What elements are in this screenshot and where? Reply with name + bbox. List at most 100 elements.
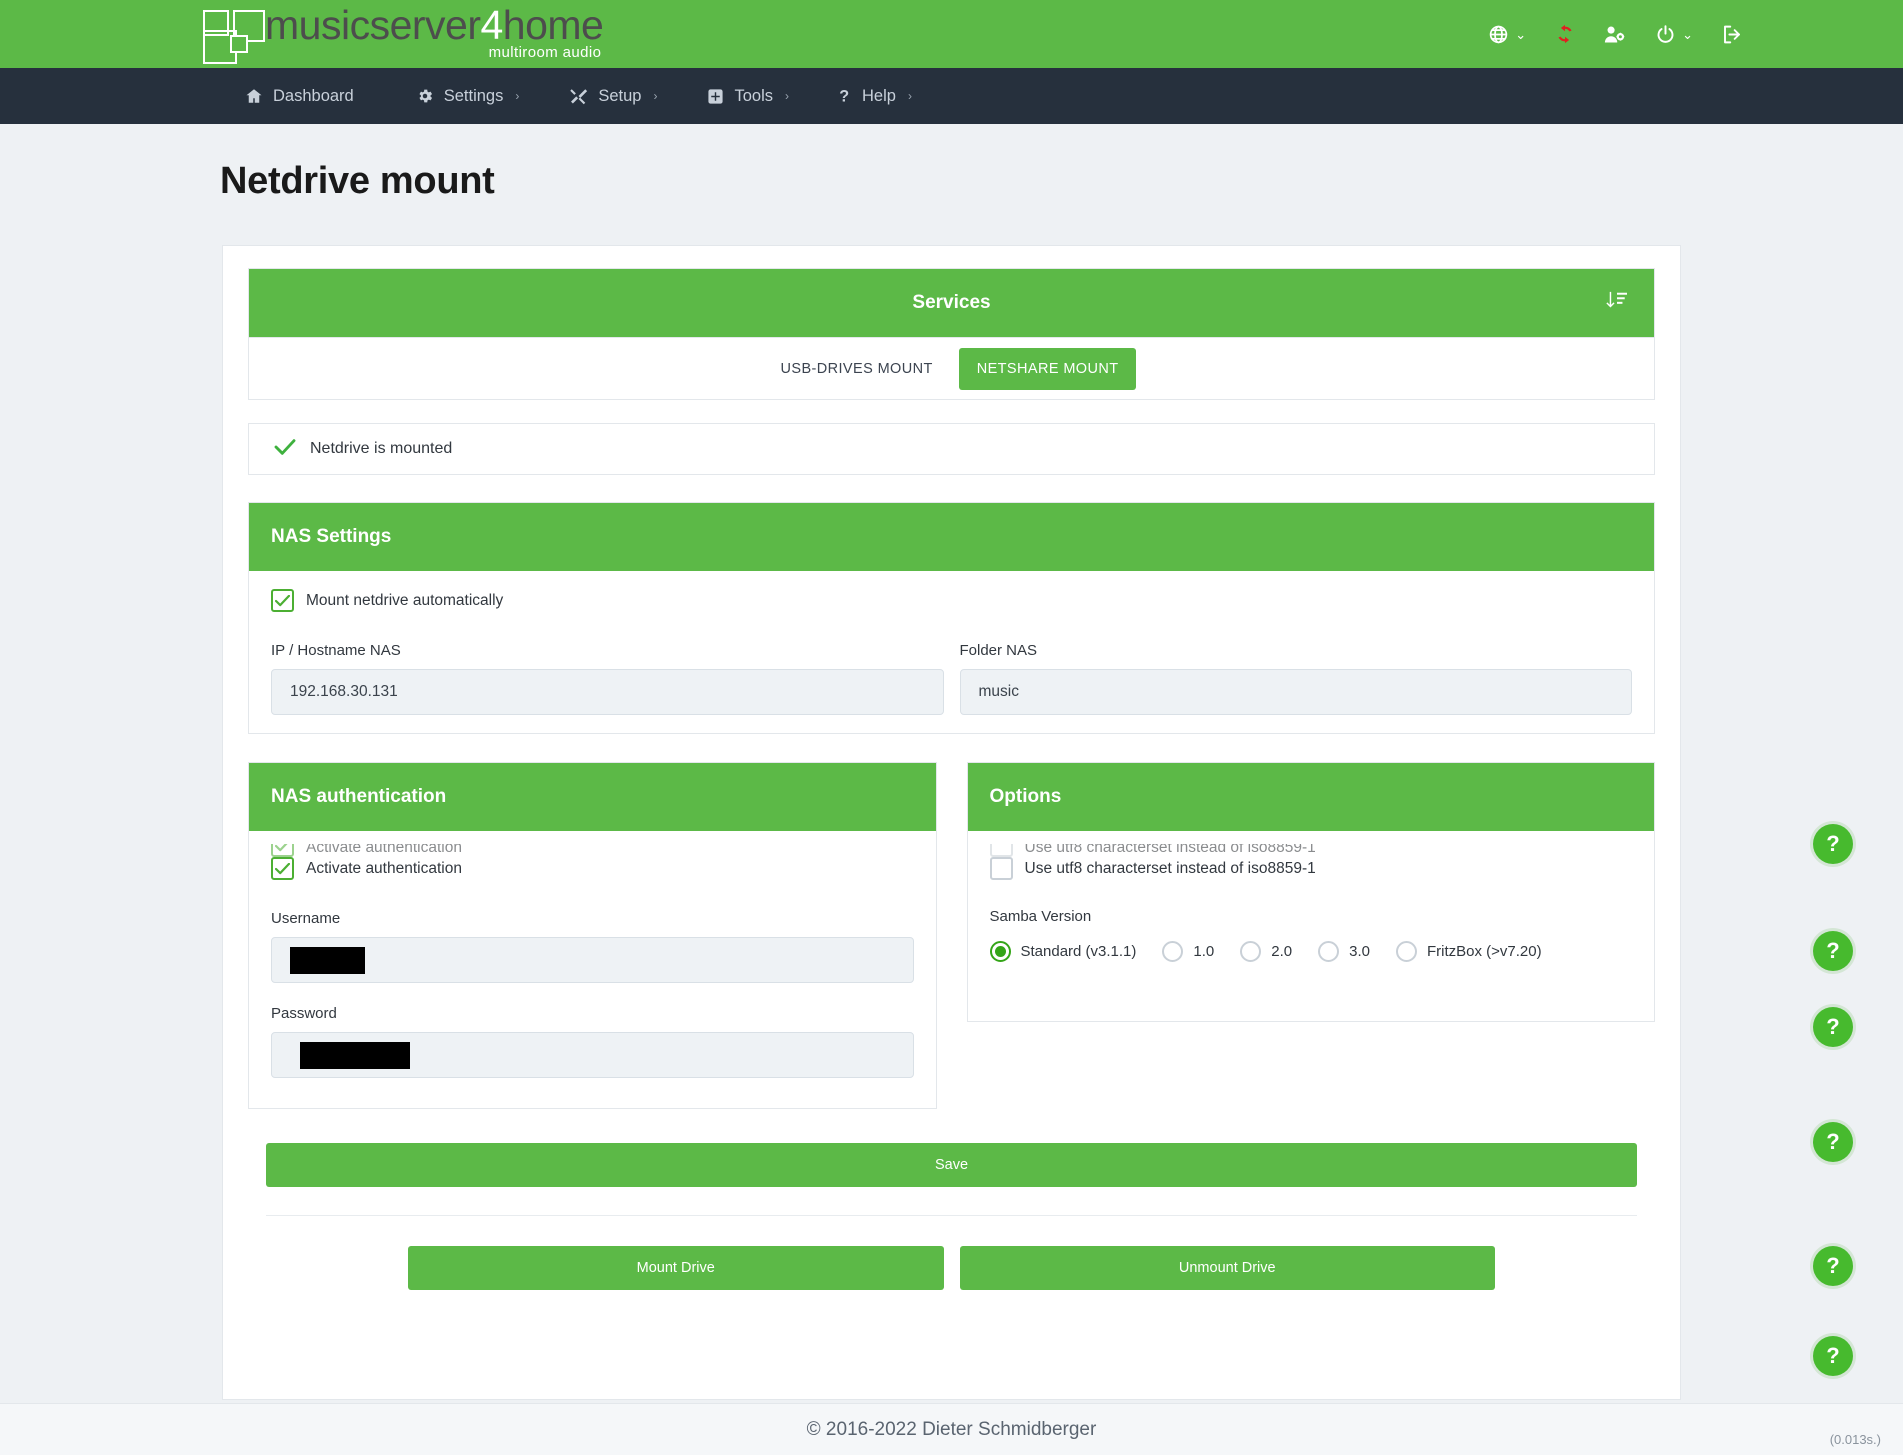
- options-title: Options: [989, 786, 1062, 807]
- status-text: Netdrive is mounted: [310, 440, 453, 457]
- samba-radio-fritzbox[interactable]: [1395, 941, 1417, 962]
- utf8-label: Use utf8 characterset instead of iso8859…: [1024, 859, 1316, 877]
- nav-caret-tools: ›: [785, 89, 790, 103]
- samba-radio-standard[interactable]: [989, 941, 1011, 962]
- section-divider: [266, 1215, 1637, 1216]
- folder-nas-input[interactable]: music: [959, 669, 1632, 715]
- samba-label-standard: Standard (v3.1.1): [1020, 943, 1137, 960]
- nav-item-dashboard[interactable]: Dashboard: [245, 87, 366, 106]
- password-input[interactable]: [271, 1032, 914, 1078]
- ip-hostname-input[interactable]: 192.168.30.131: [271, 669, 944, 715]
- auth-options-row: NAS authentication Activate authenticati…: [248, 762, 1655, 1109]
- utf8-checkbox[interactable]: [989, 857, 1013, 880]
- options-card: Options Use utf8 characterset instead of…: [966, 762, 1655, 1022]
- auto-mount-label: Mount netdrive automatically: [306, 591, 504, 609]
- nas-authentication-title: NAS authentication: [271, 786, 447, 807]
- auto-mount-checkbox-row[interactable]: Mount netdrive automatically: [271, 589, 1632, 612]
- samba-label-3-0: 3.0: [1349, 943, 1370, 960]
- help-bubble-4[interactable]: ?: [1813, 1122, 1853, 1162]
- power-button[interactable]: ⌄: [1655, 24, 1693, 45]
- help-bubble-2[interactable]: ?: [1813, 931, 1853, 971]
- top-bar-icons: ⌄ ⌄: [1488, 0, 1743, 68]
- nav-label-dashboard: Dashboard: [273, 86, 354, 105]
- mount-buttons-row: Mount Drive Unmount Drive: [408, 1246, 1495, 1290]
- sort-amount-down-icon[interactable]: [1606, 290, 1628, 316]
- auto-mount-checkbox[interactable]: [271, 589, 294, 612]
- nas-fields: IP / Hostname NAS 192.168.30.131 Folder …: [271, 642, 1632, 715]
- brand-name-part2: home: [502, 2, 604, 48]
- activate-authentication-ghost-label: Activate authentication: [306, 844, 462, 856]
- brand-name-part1: musicserver: [265, 2, 481, 48]
- activate-authentication-row[interactable]: Activate authentication: [271, 857, 914, 880]
- help-bubble-5[interactable]: ?: [1813, 1246, 1853, 1286]
- tab-netshare-mount[interactable]: NETSHARE MOUNT: [958, 347, 1137, 390]
- help-bubble-6[interactable]: ?: [1813, 1336, 1853, 1376]
- services-card: Services: [248, 268, 1655, 338]
- username-label: Username: [271, 910, 341, 927]
- brand-name-four: 4: [480, 2, 503, 48]
- restart-button[interactable]: [1554, 23, 1576, 45]
- nav-item-settings[interactable]: Settings ›: [416, 86, 520, 106]
- help-bubble-1[interactable]: ?: [1813, 824, 1853, 864]
- page-title: Netdrive mount: [220, 160, 495, 202]
- chevron-down-icon: ⌄: [1682, 26, 1693, 42]
- brand-logo[interactable]: musicserver4home multiroom audio: [203, 2, 604, 64]
- globe-icon: [1488, 24, 1509, 45]
- services-card-header: Services: [249, 269, 1654, 337]
- gear-icon: [416, 87, 434, 105]
- tab-usb-drives-mount[interactable]: USB-DRIVES MOUNT: [767, 349, 947, 389]
- nav-label-settings: Settings: [443, 86, 504, 105]
- activate-authentication-label: Activate authentication: [306, 859, 462, 877]
- svg-text:?: ?: [839, 87, 849, 105]
- ip-hostname-field-group: IP / Hostname NAS 192.168.30.131: [271, 642, 944, 715]
- samba-radio-2-0[interactable]: [1240, 941, 1262, 962]
- utf8-ghost-checkbox: [989, 844, 1013, 857]
- samba-label-2-0: 2.0: [1271, 943, 1293, 960]
- samba-version-label: Samba Version: [989, 908, 1092, 925]
- language-selector[interactable]: ⌄: [1488, 24, 1526, 45]
- activate-authentication-checkbox[interactable]: [271, 857, 294, 880]
- samba-radio-1-0[interactable]: [1162, 941, 1184, 962]
- sync-icon: [1554, 23, 1576, 45]
- samba-radio-3-0[interactable]: [1318, 941, 1340, 962]
- samba-label-1-0: 1.0: [1193, 943, 1215, 960]
- samba-label-fritzbox: FritzBox (>v7.20): [1426, 943, 1542, 960]
- save-button[interactable]: Save: [266, 1143, 1637, 1187]
- nav-item-setup[interactable]: Setup ›: [569, 87, 657, 106]
- logout-button[interactable]: [1721, 24, 1743, 45]
- unmount-drive-button[interactable]: Unmount Drive: [959, 1246, 1495, 1290]
- nav-label-help: Help: [862, 86, 896, 105]
- nas-authentication-body: Activate authentication Activate authent…: [249, 831, 936, 1108]
- nas-authentication-card: NAS authentication Activate authenticati…: [248, 762, 937, 1109]
- logo-squares-icon: [203, 8, 265, 64]
- nas-authentication-header: NAS authentication: [249, 763, 936, 831]
- question-icon: ?: [839, 87, 852, 105]
- copyright-text: © 2016-2022 Dieter Schmidberger: [806, 1418, 1097, 1440]
- utf8-checkbox-row[interactable]: Use utf8 characterset instead of iso8859…: [989, 857, 1633, 880]
- services-tabs: USB-DRIVES MOUNT NETSHARE MOUNT: [248, 338, 1655, 400]
- nas-settings-body: Mount netdrive automatically IP / Hostna…: [249, 571, 1654, 733]
- nav-label-setup: Setup: [598, 86, 642, 105]
- activate-authentication-ghost: Activate authentication: [271, 844, 462, 857]
- nav-label-tools: Tools: [734, 86, 774, 105]
- utf8-ghost-label: Use utf8 characterset instead of iso8859…: [1024, 844, 1316, 856]
- main-content-panel: Services USB-DRIVES MOUNT NETSHARE MOUNT…: [222, 245, 1681, 1400]
- users-settings-button[interactable]: [1604, 24, 1627, 45]
- nas-settings-title: NAS Settings: [271, 526, 392, 547]
- ip-hostname-label: IP / Hostname NAS: [271, 642, 401, 659]
- activate-authentication-ghost-checkbox: [271, 844, 294, 857]
- nav-caret-help: ›: [907, 89, 912, 103]
- services-title: Services: [912, 292, 991, 313]
- nav-item-help[interactable]: ? Help ›: [839, 87, 912, 106]
- chevron-down-icon: ⌄: [1515, 26, 1527, 42]
- password-redaction: [300, 1041, 410, 1069]
- status-bar: Netdrive is mounted: [248, 423, 1655, 475]
- page-footer: © 2016-2022 Dieter Schmidberger (0.013s.…: [0, 1403, 1903, 1455]
- nav-caret-settings: ›: [515, 89, 520, 103]
- username-input[interactable]: [271, 937, 914, 983]
- nav-item-tools[interactable]: Tools ›: [707, 87, 789, 106]
- mount-drive-button[interactable]: Mount Drive: [408, 1246, 944, 1290]
- help-bubble-3[interactable]: ?: [1813, 1007, 1853, 1047]
- utf8-ghost: Use utf8 characterset instead of iso8859…: [989, 844, 1316, 857]
- options-header: Options: [967, 763, 1654, 831]
